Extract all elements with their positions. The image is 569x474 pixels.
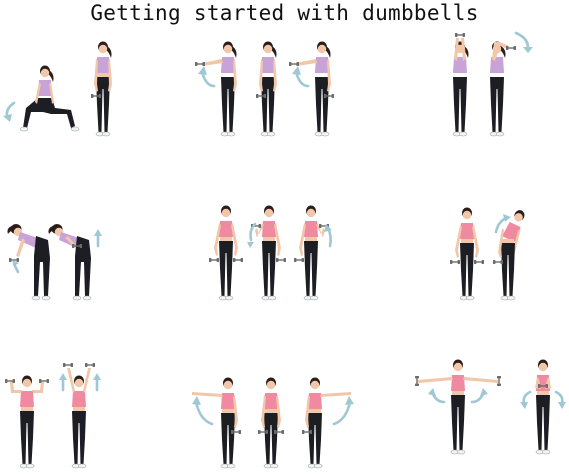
side-bend-illustration [450, 207, 525, 301]
shoulder-press-illustration [5, 363, 101, 469]
lunge-illustration [3, 41, 112, 137]
side-arm-raise-illustration [415, 359, 566, 455]
exercise-infographic: Getting started with dumbbells [0, 0, 569, 474]
front-raise-illustration [195, 41, 334, 137]
bent-over-row-illustration [7, 224, 102, 301]
exercise-illustrations [3, 31, 566, 469]
bicep-curl-illustration [209, 205, 332, 301]
overhead-extension-illustration [452, 31, 533, 137]
lateral-raise-illustration [192, 377, 354, 469]
